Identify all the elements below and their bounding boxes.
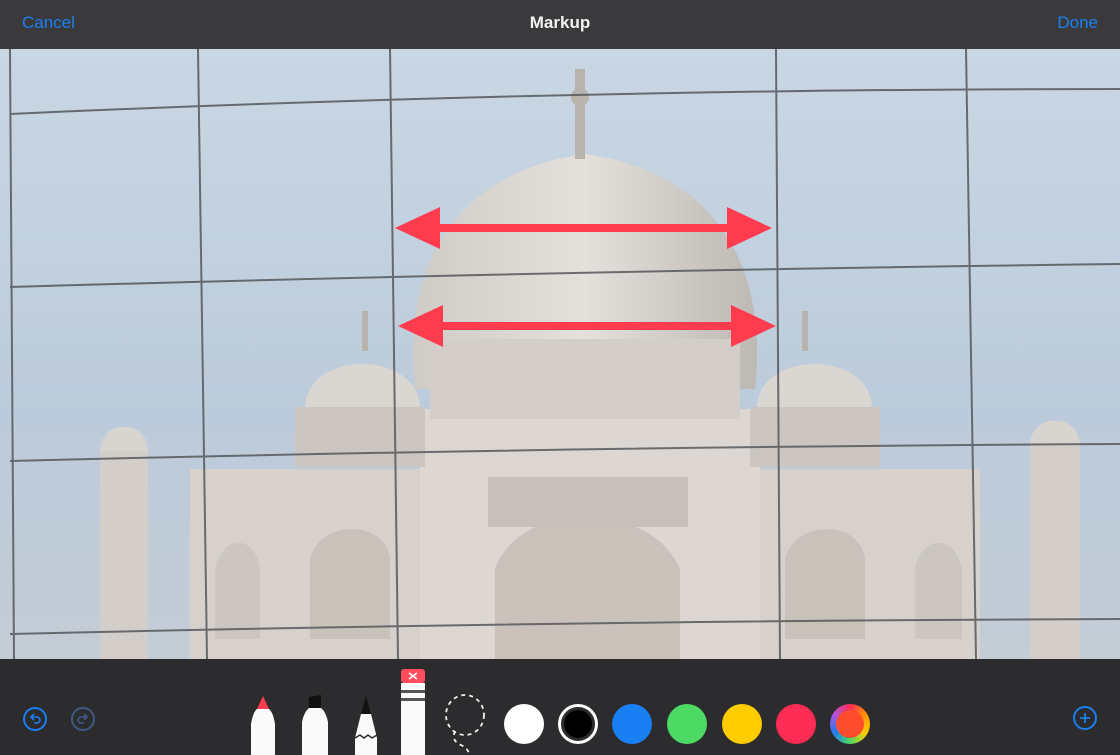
done-button[interactable]: Done (1057, 13, 1098, 33)
markup-canvas[interactable] (0, 49, 1120, 659)
pencil-tool[interactable] (351, 694, 381, 755)
color-green-swatch[interactable] (667, 704, 707, 744)
marker-tool[interactable] (298, 694, 332, 755)
color-black-swatch-selected[interactable] (558, 704, 598, 744)
color-yellow-swatch[interactable] (722, 704, 762, 744)
page-title: Markup (529, 13, 591, 32)
undo-button[interactable] (23, 707, 47, 731)
pen-tool[interactable] (247, 694, 279, 755)
color-wheel-swatch[interactable] (830, 704, 870, 744)
taj-mahal-photo (9, 49, 1120, 659)
lasso-tool[interactable] (441, 693, 487, 755)
add-annotation-button[interactable] (1073, 706, 1097, 730)
current-custom-color-icon (836, 710, 864, 738)
undo-icon (29, 713, 41, 724)
redo-button[interactable] (71, 707, 95, 731)
navigation-bar: Cancel Markup Done (0, 0, 1120, 49)
color-red-swatch[interactable] (776, 704, 816, 744)
cancel-button[interactable]: Cancel (22, 13, 75, 33)
eraser-tool[interactable] (400, 668, 426, 755)
redo-icon (77, 713, 89, 724)
color-white-swatch[interactable] (504, 704, 544, 744)
plus-icon (1080, 713, 1090, 723)
markup-toolbar (0, 659, 1120, 755)
color-blue-swatch[interactable] (612, 704, 652, 744)
